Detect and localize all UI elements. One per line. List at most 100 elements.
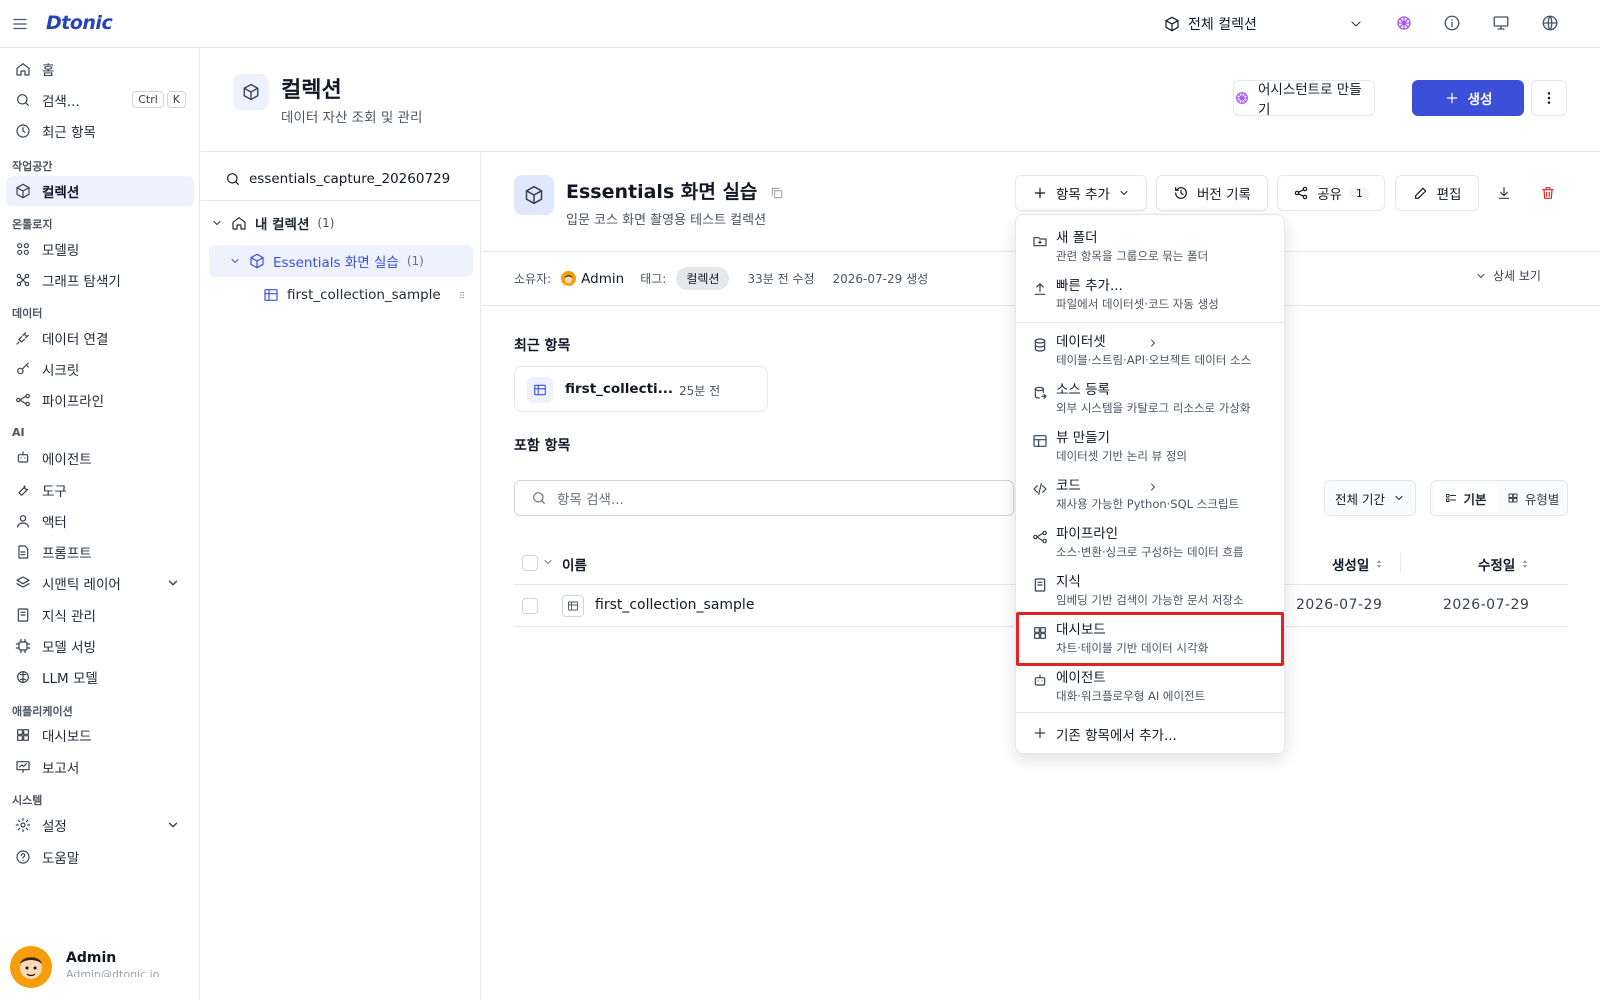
sidebar-item-collections[interactable]: 컬렉션 xyxy=(6,176,194,206)
user-profile[interactable]: Admin Admin@dtonic.io xyxy=(10,946,190,990)
monitor-icon[interactable] xyxy=(1492,14,1510,32)
sidebar-item-knowledge[interactable]: 지식 관리 xyxy=(6,600,194,630)
tree-node-essentials[interactable]: Essentials 화면 실습 (1) xyxy=(229,251,424,271)
ai-assistant-icon[interactable] xyxy=(1395,14,1413,32)
sidebar-item-semantic-layer[interactable]: 시맨틱 레이어 xyxy=(6,568,194,598)
menu-item-quick-add[interactable]: 빠른 추가... 파일에서 데이터셋·코드 자동 생성 xyxy=(1016,269,1284,317)
tree-node-label: first_collection_sample xyxy=(287,287,441,303)
sidebar-item-label: 시맨틱 레이어 xyxy=(42,577,121,593)
menu-item-desc: 임베딩 기반 검색이 가능한 문서 저장소 xyxy=(1056,593,1244,607)
add-item-button[interactable]: 항목 추가 xyxy=(1015,175,1147,211)
page-subtitle: 데이터 자산 조회 및 관리 xyxy=(281,110,423,126)
sidebar-item-tools[interactable]: 도구 xyxy=(6,475,194,505)
more-options-button[interactable] xyxy=(1531,80,1567,116)
trash-icon[interactable] xyxy=(1540,185,1556,201)
collection-selector[interactable]: 전체 컬렉션 xyxy=(1164,12,1364,36)
sidebar-item-model-serving[interactable]: 모델 서빙 xyxy=(6,631,194,661)
recent-item-name: first_collecti... xyxy=(565,381,674,397)
recent-item-card[interactable]: first_collecti... 25분 전 xyxy=(514,366,768,412)
sidebar-item-llm[interactable]: LLM 모델 xyxy=(6,662,194,692)
sidebar-item-agent[interactable]: 에이전트 xyxy=(6,443,194,473)
menu-item-code[interactable]: 코드 재사용 가능한 Python·SQL 스크립트 xyxy=(1016,469,1284,517)
table-icon xyxy=(527,377,553,403)
sidebar-item-recent[interactable]: 최근 항목 xyxy=(6,116,194,146)
select-all-checkbox[interactable] xyxy=(522,555,538,571)
menu-icon[interactable] xyxy=(10,14,30,34)
share-button[interactable]: 공유 1 xyxy=(1277,175,1385,211)
sidebar-item-label: 액터 xyxy=(42,515,67,531)
download-icon[interactable] xyxy=(1496,185,1512,201)
owner-avatar-icon xyxy=(561,271,577,286)
column-created[interactable]: 생성일 xyxy=(1332,554,1385,574)
tree-node-my-collections[interactable]: 내 컬렉션 (1) xyxy=(211,213,334,233)
menu-item-agent[interactable]: 에이전트 대화·워크플로우형 AI 에이전트 xyxy=(1016,661,1284,709)
sidebar-item-home[interactable]: 홈 xyxy=(6,54,194,84)
sidebar-item-dashboard[interactable]: 대시보드 xyxy=(6,720,194,750)
menu-item-dataset[interactable]: 데이터셋 테이블·스트림·API·오브젝트 데이터 소스 xyxy=(1016,325,1284,373)
column-modified[interactable]: 수정일 xyxy=(1478,554,1531,574)
column-modified-label: 수정일 xyxy=(1478,558,1516,574)
tree-node-first-collection-sample[interactable]: first_collection_sample xyxy=(263,287,441,303)
row-checkbox[interactable] xyxy=(522,598,538,614)
period-filter-select[interactable]: 전체 기간 xyxy=(1324,480,1416,516)
chevron-down-icon[interactable] xyxy=(542,556,554,568)
menu-item-create-view[interactable]: 뷰 만들기 데이터셋 기반 논리 뷰 정의 xyxy=(1016,421,1284,469)
item-search-input[interactable]: 항목 검색... xyxy=(514,480,1014,516)
menu-item-dashboard[interactable]: 대시보드 차트·테이블 기반 데이터 시각화 xyxy=(1016,613,1284,661)
sidebar-item-settings[interactable]: 설정 xyxy=(6,810,194,840)
sidebar-item-modeling[interactable]: 모델링 xyxy=(6,234,194,264)
sidebar-item-secrets[interactable]: 시크릿 xyxy=(6,354,194,384)
drag-handle-icon[interactable] xyxy=(457,288,467,302)
pipeline-icon xyxy=(1032,529,1048,545)
info-icon[interactable] xyxy=(1443,14,1461,32)
chevron-right-icon xyxy=(1032,481,1274,493)
menu-item-new-folder[interactable]: 새 폴더 관련 항목을 그룹으로 묶는 폴더 xyxy=(1016,221,1284,269)
menu-item-desc: 소스·변환·싱크로 구성하는 데이터 흐름 xyxy=(1056,545,1244,559)
assistant-create-button[interactable]: 어시스턴트로 만들기 xyxy=(1233,80,1375,118)
view-type-button[interactable]: 유형별 xyxy=(1501,484,1565,512)
menu-item-add-existing[interactable]: 기존 항목에서 추가... xyxy=(1016,715,1284,751)
document-icon xyxy=(14,544,32,560)
row-name[interactable]: first_collection_sample xyxy=(595,597,754,613)
tag-badge[interactable]: 컬렉션 xyxy=(676,267,730,290)
details-label: 상세 보기 xyxy=(1493,269,1541,283)
menu-item-label: 새 폴더 xyxy=(1056,230,1098,246)
view-basic-button[interactable]: 기본 xyxy=(1434,484,1498,512)
app-logo[interactable]: Dtonic xyxy=(46,12,113,34)
sidebar-item-pipeline[interactable]: 파이프라인 xyxy=(6,385,194,415)
edit-label: 편집 xyxy=(1436,187,1462,203)
menu-item-label: 대시보드 xyxy=(1056,622,1106,638)
create-button[interactable]: 생성 xyxy=(1412,80,1524,116)
dashboard-icon xyxy=(14,727,32,743)
user-email: Admin@dtonic.io xyxy=(66,968,160,977)
dashboard-icon xyxy=(1032,625,1048,641)
menu-item-pipeline[interactable]: 파이프라인 소스·변환·싱크로 구성하는 데이터 흐름 xyxy=(1016,517,1284,565)
robot-icon xyxy=(14,450,32,466)
section-workspace: 작업공간 xyxy=(12,160,53,173)
column-created-label: 생성일 xyxy=(1332,558,1370,574)
divider xyxy=(201,200,480,201)
version-history-button[interactable]: 버전 기록 xyxy=(1156,175,1268,211)
search-icon xyxy=(531,490,547,506)
menu-item-knowledge[interactable]: 지식 임베딩 기반 검색이 가능한 문서 저장소 xyxy=(1016,565,1284,613)
chip-icon xyxy=(14,638,32,654)
menu-item-register-source[interactable]: 소스 등록 외부 시스템을 카탈로그 리소스로 가상화 xyxy=(1016,373,1284,421)
globe-icon[interactable] xyxy=(1541,14,1559,32)
book-icon xyxy=(14,607,32,623)
edit-button[interactable]: 편집 xyxy=(1395,175,1479,211)
sidebar-item-graph[interactable]: 그래프 탐색기 xyxy=(6,265,194,295)
copy-icon[interactable] xyxy=(770,186,784,200)
tree-node-count: (1) xyxy=(406,254,424,268)
tree-search-input[interactable]: essentials_capture_20260729 xyxy=(225,167,465,191)
column-name[interactable]: 이름 xyxy=(562,554,587,574)
view-basic-label: 기본 xyxy=(1463,491,1487,507)
menu-separator xyxy=(1016,712,1284,713)
sidebar-item-prompt[interactable]: 프롬프트 xyxy=(6,537,194,567)
book-icon xyxy=(1032,577,1048,593)
details-toggle[interactable]: 상세 보기 xyxy=(1475,267,1541,284)
sidebar-item-help[interactable]: 도움말 xyxy=(6,842,194,872)
sidebar-item-actor[interactable]: 액터 xyxy=(6,506,194,536)
sidebar-item-search[interactable]: 검색... Ctrl K xyxy=(6,85,194,115)
sidebar-item-report[interactable]: 보고서 xyxy=(6,752,194,782)
sidebar-item-data-connection[interactable]: 데이터 연결 xyxy=(6,323,194,353)
